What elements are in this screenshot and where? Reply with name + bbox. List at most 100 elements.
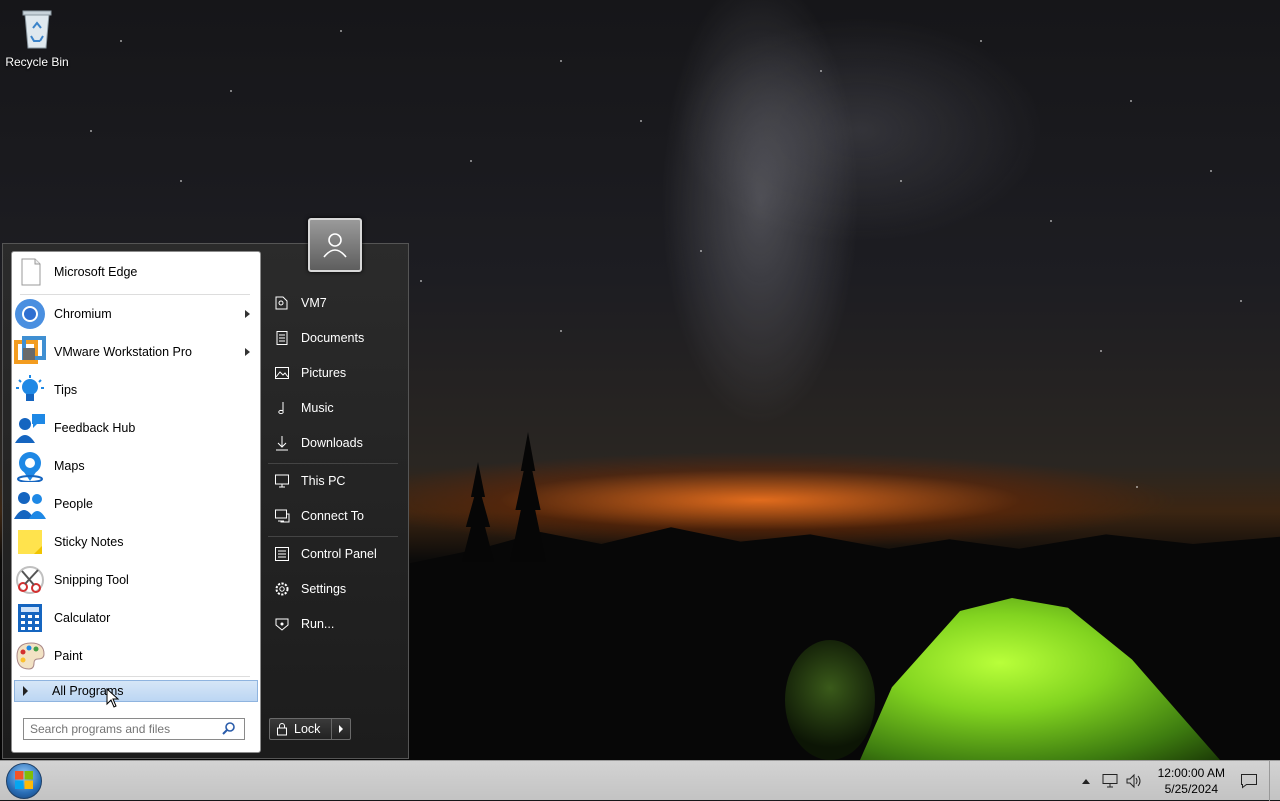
expand-arrow-icon — [23, 686, 28, 696]
right-item-label: Downloads — [301, 436, 363, 450]
program-item-maps[interactable]: Maps — [14, 448, 258, 484]
desktop-icon-recycle-bin[interactable]: Recycle Bin — [4, 6, 70, 69]
control-panel-icon — [273, 545, 291, 563]
lock-label: Lock — [294, 722, 321, 736]
user-folder-icon — [273, 294, 291, 312]
lock-icon — [276, 722, 288, 736]
right-item-label: VM7 — [301, 296, 327, 310]
program-item-chromium[interactable]: Chromium — [14, 296, 258, 332]
program-item-snipping-tool[interactable]: Snipping Tool — [14, 562, 258, 598]
user-avatar[interactable] — [308, 218, 362, 272]
snipping-tool-icon — [14, 564, 46, 596]
program-label: Feedback Hub — [54, 421, 136, 435]
right-item-label: Connect To — [301, 509, 365, 523]
program-label: Paint — [54, 649, 83, 663]
program-item-feedback-hub[interactable]: Feedback Hub — [14, 410, 258, 446]
start-button[interactable] — [6, 763, 42, 799]
calculator-icon — [14, 602, 46, 634]
right-item-connect-to[interactable]: Connect To — [265, 501, 400, 531]
program-label: Chromium — [54, 307, 112, 321]
right-item-label: Pictures — [301, 366, 347, 380]
tree-silhouette — [462, 462, 494, 562]
right-item-downloads[interactable]: Downloads — [265, 428, 400, 458]
all-programs-button[interactable]: All Programs — [14, 680, 258, 702]
computer-icon — [273, 472, 291, 490]
vmware-icon — [14, 336, 46, 368]
edge-icon — [14, 256, 46, 288]
program-label: Calculator — [54, 611, 111, 625]
right-item-label: Music — [301, 401, 334, 415]
paint-icon — [14, 640, 46, 672]
program-label: Sticky Notes — [54, 535, 124, 549]
volume-icon[interactable] — [1122, 769, 1146, 793]
program-label: Snipping Tool — [54, 573, 129, 587]
user-icon — [321, 230, 349, 261]
connect-icon — [273, 507, 291, 525]
documents-icon — [273, 329, 291, 347]
people-icon — [14, 488, 46, 520]
search-icon[interactable] — [222, 721, 236, 738]
right-item-run[interactable]: Run... — [265, 609, 400, 639]
feedback-hub-icon — [14, 412, 46, 444]
pictures-icon — [273, 364, 291, 382]
right-item-user-folder[interactable]: VM7 — [265, 288, 400, 318]
program-item-sticky-notes[interactable]: Sticky Notes — [14, 524, 258, 560]
search-box[interactable] — [23, 718, 245, 740]
right-item-music[interactable]: Music — [265, 393, 400, 423]
chromium-icon — [14, 298, 46, 330]
program-label: Tips — [54, 383, 78, 397]
program-label: VMware Workstation Pro — [54, 345, 193, 359]
run-icon — [273, 615, 291, 633]
right-item-control-panel[interactable]: Control Panel — [265, 539, 400, 569]
submenu-arrow-icon — [245, 348, 250, 356]
program-item-paint[interactable]: Paint — [14, 638, 258, 674]
right-item-documents[interactable]: Documents — [265, 323, 400, 353]
right-item-settings[interactable]: Settings — [265, 574, 400, 604]
tree-silhouette — [510, 432, 546, 562]
right-item-pictures[interactable]: Pictures — [265, 358, 400, 388]
sticky-notes-icon — [14, 526, 46, 558]
clock-time: 12:00:00 AM — [1157, 766, 1225, 780]
desktop-icon-label: Recycle Bin — [5, 55, 69, 69]
downloads-icon — [273, 434, 291, 452]
show-desktop-button[interactable] — [1269, 761, 1280, 801]
separator — [268, 536, 398, 537]
separator — [268, 463, 398, 464]
music-icon — [273, 399, 291, 417]
clock-date: 5/25/2024 — [1164, 782, 1218, 796]
search-input[interactable] — [28, 721, 222, 737]
program-item-people[interactable]: People — [14, 486, 258, 522]
clock[interactable]: 12:00:00 AM 5/25/2024 — [1158, 765, 1225, 797]
right-item-label: Settings — [301, 582, 347, 596]
program-label: Maps — [54, 459, 85, 473]
show-hidden-icons-icon[interactable] — [1074, 769, 1098, 793]
taskbar: 12:00:00 AM 5/25/2024 — [0, 760, 1280, 801]
network-icon[interactable] — [1098, 769, 1122, 793]
bush — [785, 640, 875, 760]
separator — [20, 294, 250, 295]
program-item-microsoft-edge[interactable]: Microsoft Edge — [14, 254, 258, 290]
program-label: People — [54, 497, 93, 511]
programs-pane: Microsoft Edge Chromium VMware Workstati… — [11, 251, 261, 753]
mouse-cursor-icon — [106, 687, 120, 711]
right-item-label: Run... — [301, 617, 335, 631]
tips-icon — [14, 374, 46, 406]
recycle-bin-icon — [19, 10, 55, 53]
maps-icon — [14, 450, 46, 483]
submenu-arrow-icon — [245, 310, 250, 318]
right-item-label: Control Panel — [301, 547, 377, 561]
program-item-tips[interactable]: Tips — [14, 372, 258, 408]
program-item-vmware[interactable]: VMware Workstation Pro — [14, 334, 258, 370]
start-menu: Microsoft Edge Chromium VMware Workstati… — [2, 243, 409, 759]
notifications-icon[interactable] — [1237, 769, 1261, 793]
separator — [20, 676, 250, 677]
lock-button[interactable]: Lock — [269, 718, 351, 740]
right-item-label: Documents — [301, 331, 365, 345]
system-tray: 12:00:00 AM 5/25/2024 — [1074, 761, 1280, 801]
windows-logo-icon — [14, 770, 34, 793]
program-label: Microsoft Edge — [54, 265, 138, 279]
power-options-arrow-icon[interactable] — [332, 725, 350, 733]
right-item-label: This PC — [301, 474, 346, 488]
right-item-this-pc[interactable]: This PC — [265, 466, 400, 496]
program-item-calculator[interactable]: Calculator — [14, 600, 258, 636]
